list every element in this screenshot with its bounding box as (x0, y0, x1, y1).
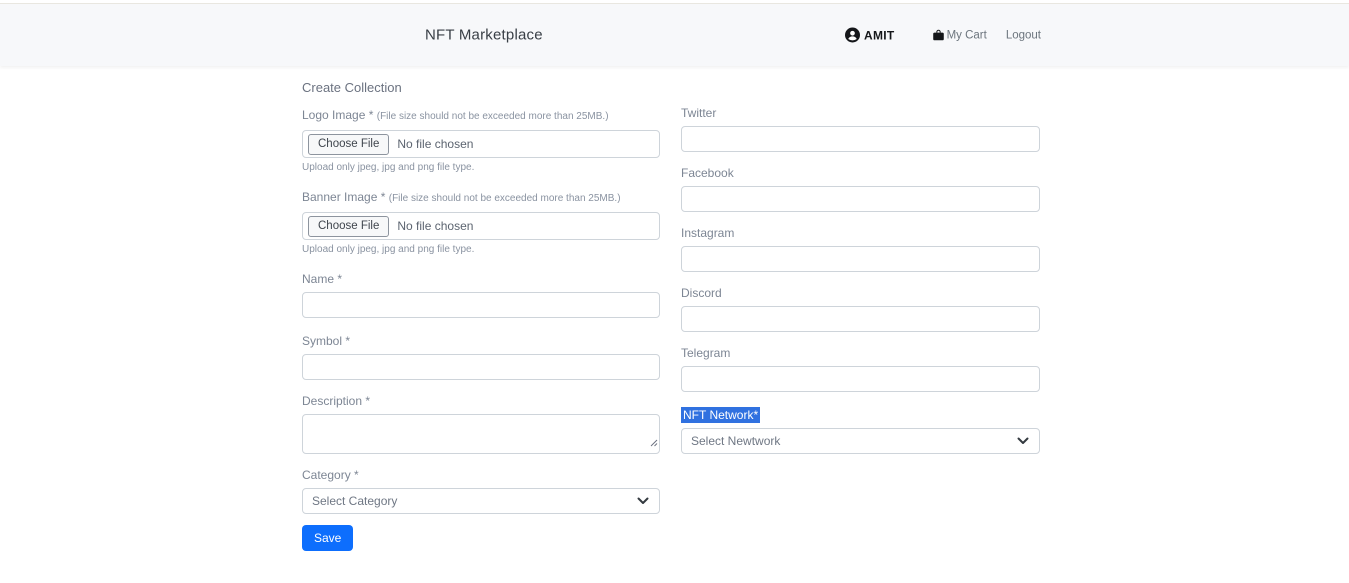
symbol-input[interactable] (302, 354, 660, 380)
form-right-column: Twitter Facebook Instagram Discord Teleg… (681, 106, 1040, 454)
logo-size-note: (File size should not be exceeded more t… (377, 111, 609, 122)
category-selected-value: Select Category (312, 494, 397, 508)
banner-choose-file-button[interactable]: Choose File (308, 216, 389, 237)
header-nav: AMIT My Cart Logout (845, 28, 1041, 43)
instagram-label: Instagram (681, 226, 1040, 240)
logo-image-label: Logo Image * (File size should not be ex… (302, 108, 660, 124)
nft-network-group: NFT Network* Select Newtwork (681, 406, 1040, 454)
instagram-input[interactable] (681, 246, 1040, 272)
banner-size-note: (File size should not be exceeded more t… (389, 193, 621, 204)
banner-image-group: Banner Image * (File size should not be … (302, 190, 660, 255)
chevron-down-icon (637, 492, 649, 510)
category-label: Category * (302, 468, 660, 482)
name-group: Name * (302, 272, 660, 318)
banner-helper-text: Upload only jpeg, jpg and png file type. (302, 244, 660, 255)
resize-grip-icon[interactable] (649, 434, 658, 452)
logo-file-input[interactable]: Choose File No file chosen (302, 130, 660, 158)
nav-cart-label: My Cart (947, 29, 987, 41)
name-label: Name * (302, 272, 660, 286)
twitter-group: Twitter (681, 106, 1040, 152)
category-select[interactable]: Select Category (302, 488, 660, 514)
discord-label: Discord (681, 286, 1040, 300)
discord-group: Discord (681, 286, 1040, 332)
banner-file-status: No file chosen (397, 219, 473, 233)
logo-helper-text: Upload only jpeg, jpg and png file type. (302, 162, 660, 173)
chevron-down-icon (1017, 432, 1029, 450)
nav-logout[interactable]: Logout (1006, 29, 1041, 41)
category-group: Category * Select Category (302, 468, 660, 514)
save-button[interactable]: Save (302, 525, 353, 551)
telegram-input[interactable] (681, 366, 1040, 392)
network-select[interactable]: Select Newtwork (681, 428, 1040, 454)
facebook-label: Facebook (681, 166, 1040, 180)
description-group: Description * (302, 394, 660, 454)
app-header: NFT Marketplace AMIT My Cart Logout (0, 3, 1349, 66)
name-input[interactable] (302, 292, 660, 318)
page-title: Create Collection (302, 80, 660, 96)
symbol-group: Symbol * (302, 334, 660, 380)
network-selected-value: Select Newtwork (691, 434, 780, 448)
banner-file-input[interactable]: Choose File No file chosen (302, 212, 660, 240)
form-left-column: Create Collection Logo Image * (File siz… (302, 80, 660, 551)
nft-network-label: NFT Network* (681, 407, 760, 423)
nav-user[interactable]: AMIT (845, 28, 895, 43)
bag-icon (932, 29, 945, 42)
logo-image-group: Logo Image * (File size should not be ex… (302, 108, 660, 173)
nav-user-label: AMIT (864, 28, 895, 42)
brand-title: NFT Marketplace (425, 27, 543, 44)
telegram-group: Telegram (681, 346, 1040, 392)
logo-file-status: No file chosen (397, 137, 473, 151)
logo-choose-file-button[interactable]: Choose File (308, 134, 389, 155)
facebook-input[interactable] (681, 186, 1040, 212)
twitter-input[interactable] (681, 126, 1040, 152)
discord-input[interactable] (681, 306, 1040, 332)
person-circle-icon (845, 28, 860, 43)
description-textarea[interactable] (302, 414, 660, 454)
symbol-label: Symbol * (302, 334, 660, 348)
twitter-label: Twitter (681, 106, 1040, 120)
telegram-label: Telegram (681, 346, 1040, 360)
instagram-group: Instagram (681, 226, 1040, 272)
description-label: Description * (302, 394, 660, 408)
nav-my-cart[interactable]: My Cart (932, 29, 987, 42)
facebook-group: Facebook (681, 166, 1040, 212)
banner-image-label: Banner Image * (File size should not be … (302, 190, 660, 206)
